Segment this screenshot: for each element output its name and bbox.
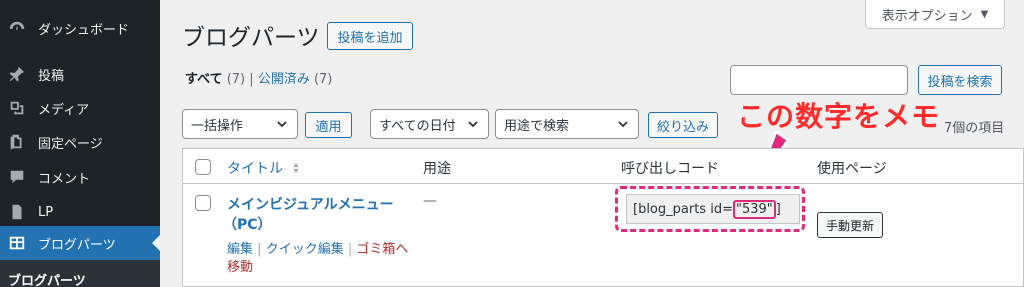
row-checkbox[interactable]	[195, 195, 211, 211]
row-title-link[interactable]: メインビジュアルメニュー （PC）	[223, 195, 394, 235]
sidebar-item-label: 投稿	[38, 68, 65, 84]
sidebar-item-label: 固定ページ	[38, 136, 103, 152]
row-usage: —	[423, 193, 437, 209]
shortcode-id: "539"	[732, 199, 776, 219]
sidebar-submenu: ブログパーツ	[0, 260, 160, 287]
bulk-action-select[interactable]: 一括操作	[182, 109, 298, 139]
add-new-label: 投稿を追加	[337, 30, 403, 46]
view-all-label[interactable]: すべて	[185, 72, 223, 87]
document-icon	[6, 202, 28, 222]
sidebar-item-media[interactable]: メディア	[0, 91, 160, 125]
shortcode-field[interactable]: [blog_parts id= "539"]	[626, 194, 800, 224]
column-title-label: タイトル	[227, 161, 283, 177]
posts-table: タイトル 用途 呼び出しコード 使用ページ メインビジュアルメニュー （PC） …	[182, 148, 1024, 287]
shortcode-suffix: ]	[775, 201, 781, 217]
action-separator: |	[257, 242, 262, 257]
view-published-link[interactable]: 公開済み	[258, 72, 310, 87]
row-title-line2: （PC）	[223, 217, 272, 233]
pin-icon	[6, 64, 28, 84]
page-title: ブログパーツ	[182, 25, 320, 51]
filter-button[interactable]: 絞り込み	[648, 112, 718, 138]
action-separator: |	[347, 242, 353, 257]
page-icon	[6, 132, 28, 152]
sidebar-item-dashboard[interactable]: ダッシュボード	[0, 11, 160, 45]
column-title-header[interactable]: タイトル	[227, 158, 301, 178]
row-actions: 編集 | クイック編集 | ゴミ箱へ 移動	[227, 241, 408, 277]
sidebar-item-label: ブログパーツ	[38, 237, 116, 253]
add-new-button[interactable]: 投稿を追加	[327, 22, 413, 50]
search-input[interactable]	[730, 65, 908, 95]
select-all-checkbox[interactable]	[195, 159, 211, 175]
date-filter-value: すべての日付	[379, 118, 456, 134]
sidebar-item-lp[interactable]: LP	[0, 195, 160, 229]
trash-link[interactable]: ゴミ箱へ	[356, 242, 408, 257]
quick-edit-link[interactable]: クイック編集	[266, 242, 344, 257]
chevron-down-icon	[618, 121, 628, 128]
sort-icon	[293, 163, 300, 173]
comment-icon	[6, 167, 28, 187]
column-usage-header: 用途	[423, 161, 451, 177]
manual-refresh-button[interactable]: 手動更新	[817, 212, 883, 238]
filter-button-label: 絞り込み	[656, 119, 709, 135]
bulk-action-value: 一括操作	[191, 118, 244, 134]
admin-sidebar: ダッシュボード 投稿 メディア 固定ページ コメント LP ブログパーツ ブログ…	[0, 0, 160, 287]
media-icon	[6, 98, 28, 118]
sidebar-item-label: ダッシュボード	[38, 22, 130, 38]
sidebar-item-label: メディア	[38, 102, 90, 118]
screen-options-label: 表示オプション	[881, 8, 973, 24]
edit-link[interactable]: 編集	[227, 242, 253, 257]
screen-options-button[interactable]: 表示オプション ▼	[865, 0, 1005, 29]
sidebar-item-label: LP	[38, 204, 54, 220]
sidebar-item-blog-parts[interactable]: ブログパーツ	[0, 226, 160, 260]
apply-button[interactable]: 適用	[305, 112, 352, 138]
caret-down-icon: ▼	[980, 8, 989, 20]
submenu-current-item[interactable]: ブログパーツ	[8, 270, 86, 287]
usage-filter-select[interactable]: 用途で検索	[495, 109, 639, 139]
table-icon	[6, 233, 28, 253]
trash-link-line2[interactable]: 移動	[227, 260, 253, 275]
shortcode-prefix: [blog_parts id=	[633, 201, 733, 217]
chevron-down-icon	[277, 121, 287, 128]
status-views: すべて (7) | 公開済み (7)	[185, 68, 332, 87]
sidebar-item-pages[interactable]: 固定ページ	[0, 125, 160, 159]
view-separator: |	[249, 72, 254, 87]
search-posts-button[interactable]: 投稿を検索	[918, 65, 1002, 95]
manual-refresh-label: 手動更新	[825, 218, 874, 233]
item-count: 7個の項目	[944, 121, 1005, 136]
column-pages-header: 使用ページ	[817, 161, 887, 177]
dashboard-icon	[6, 18, 28, 38]
search-button-label: 投稿を検索	[927, 74, 993, 90]
column-code-header: 呼び出しコード	[621, 161, 719, 177]
chevron-down-icon	[468, 121, 478, 128]
view-published-count: (7)	[313, 72, 333, 87]
sidebar-item-posts[interactable]: 投稿	[0, 57, 160, 91]
date-filter-select[interactable]: すべての日付	[370, 109, 489, 139]
sidebar-item-label: コメント	[38, 171, 91, 187]
table-header: タイトル 用途 呼び出しコード 使用ページ	[183, 149, 1023, 184]
row-title-line1: メインビジュアルメニュー	[227, 197, 394, 213]
apply-label: 適用	[315, 119, 342, 135]
view-all-count: (7)	[226, 72, 246, 87]
usage-filter-value: 用途で検索	[504, 118, 570, 134]
sidebar-item-comments[interactable]: コメント	[0, 160, 160, 194]
